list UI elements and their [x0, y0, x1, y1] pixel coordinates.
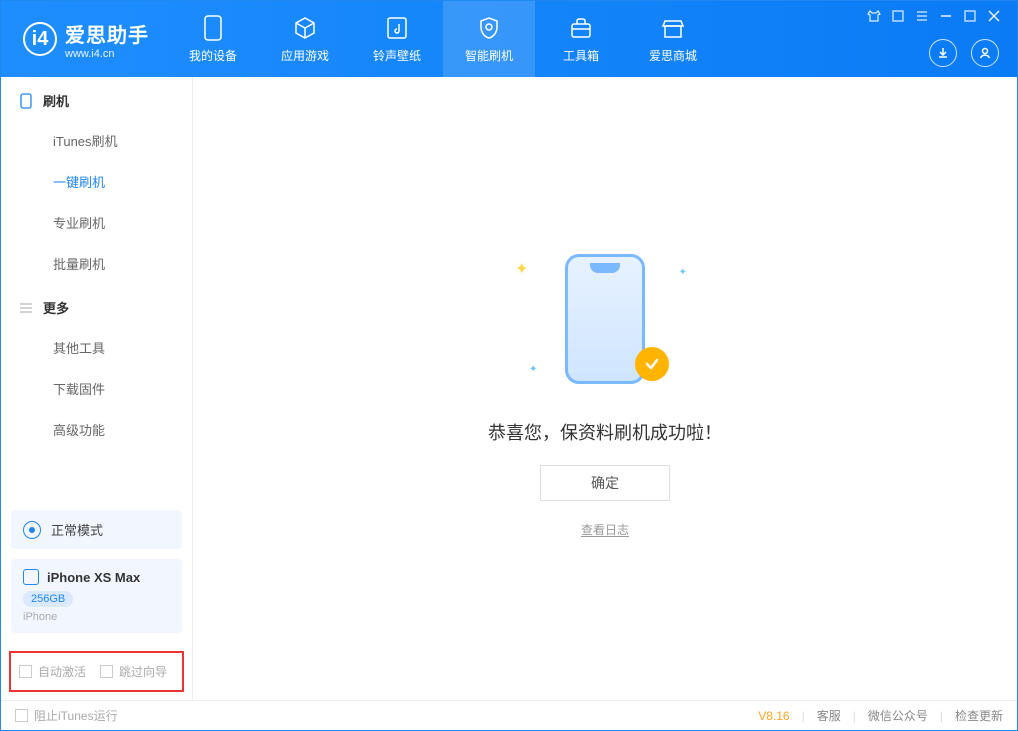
sidebar-item-advanced[interactable]: 高级功能 [1, 409, 192, 450]
shield-icon [476, 15, 502, 41]
highlighted-checkbox-area: 自动激活 跳过向导 [9, 651, 184, 692]
app-logo: i4 爱思助手 www.i4.cn [1, 19, 167, 60]
logo-icon: i4 [23, 22, 57, 56]
box-icon[interactable] [891, 9, 905, 23]
checkbox-skip-guide[interactable]: 跳过向导 [100, 663, 167, 680]
menu-icon[interactable] [915, 9, 929, 23]
device-small-icon [23, 569, 39, 585]
sidebar-item-batch-flash[interactable]: 批量刷机 [1, 243, 192, 284]
sparkle-icon: ✦ [515, 259, 528, 279]
tab-my-device[interactable]: 我的设备 [167, 1, 259, 77]
main-panel: ✦ ✦ ✦ 恭喜您，保资料刷机成功啦！ 确定 查看日志 [193, 77, 1017, 700]
footer-block-itunes[interactable]: 阻止iTunes运行 [15, 707, 118, 724]
success-illustration: ✦ ✦ ✦ [505, 239, 705, 399]
checkbox-icon [100, 665, 113, 678]
store-icon [660, 15, 686, 41]
mode-dot-icon [23, 521, 41, 539]
sidebar: 刷机 iTunes刷机 一键刷机 专业刷机 批量刷机 更多 其他工具 下载固件 … [1, 77, 193, 700]
app-title: 爱思助手 [65, 19, 149, 48]
skin-icon[interactable] [867, 9, 881, 23]
toolbox-icon [568, 15, 594, 41]
phone-illustration [565, 254, 645, 384]
success-message: 恭喜您，保资料刷机成功啦！ [488, 419, 722, 445]
checkbox-icon [15, 709, 28, 722]
cube-icon [292, 15, 318, 41]
device-card[interactable]: iPhone XS Max 256GB iPhone [11, 559, 182, 633]
sparkle-icon: ✦ [679, 267, 687, 278]
device-name: iPhone XS Max [47, 570, 140, 585]
version-label: V8.16 [758, 709, 789, 723]
sidebar-section-more: 更多 [1, 284, 192, 327]
device-icon [200, 15, 226, 41]
sidebar-section-flash: 刷机 [1, 77, 192, 120]
footer-link-update[interactable]: 检查更新 [955, 707, 1003, 724]
check-badge-icon [635, 347, 669, 381]
sidebar-item-itunes-flash[interactable]: iTunes刷机 [1, 120, 192, 161]
main-tabs: 我的设备 应用游戏 铃声壁纸 智能刷机 工具箱 爱思商城 [167, 1, 719, 77]
sparkle-icon: ✦ [529, 364, 537, 375]
footer-link-wechat[interactable]: 微信公众号 [868, 707, 928, 724]
close-icon[interactable] [987, 9, 1001, 23]
app-subtitle: www.i4.cn [65, 48, 149, 60]
list-icon [19, 301, 33, 315]
device-type: iPhone [23, 611, 170, 623]
content-area: 刷机 iTunes刷机 一键刷机 专业刷机 批量刷机 更多 其他工具 下载固件 … [1, 77, 1017, 700]
footer: 阻止iTunes运行 V8.16 | 客服 | 微信公众号 | 检查更新 [1, 700, 1017, 730]
sidebar-item-download-firmware[interactable]: 下载固件 [1, 368, 192, 409]
sidebar-item-other-tools[interactable]: 其他工具 [1, 327, 192, 368]
header-action-circles [929, 39, 999, 67]
music-file-icon [384, 15, 410, 41]
tab-apps-games[interactable]: 应用游戏 [259, 1, 351, 77]
user-button[interactable] [971, 39, 999, 67]
tab-smart-flash[interactable]: 智能刷机 [443, 1, 535, 77]
checkbox-icon [19, 665, 32, 678]
view-log-link[interactable]: 查看日志 [581, 521, 629, 538]
mode-indicator[interactable]: 正常模式 [11, 510, 182, 549]
app-header: i4 爱思助手 www.i4.cn 我的设备 应用游戏 铃声壁纸 智能刷机 工具… [1, 1, 1017, 77]
sidebar-item-one-click-flash[interactable]: 一键刷机 [1, 161, 192, 202]
tab-store[interactable]: 爱思商城 [627, 1, 719, 77]
footer-link-service[interactable]: 客服 [817, 707, 841, 724]
storage-badge: 256GB [23, 591, 73, 607]
sidebar-bottom: 正常模式 iPhone XS Max 256GB iPhone [1, 500, 192, 643]
maximize-icon[interactable] [963, 9, 977, 23]
tab-toolbox[interactable]: 工具箱 [535, 1, 627, 77]
minimize-icon[interactable] [939, 9, 953, 23]
window-controls [867, 9, 1001, 23]
ok-button[interactable]: 确定 [540, 465, 670, 501]
sidebar-item-pro-flash[interactable]: 专业刷机 [1, 202, 192, 243]
tab-ringtone-wallpaper[interactable]: 铃声壁纸 [351, 1, 443, 77]
download-button[interactable] [929, 39, 957, 67]
checkbox-auto-activate[interactable]: 自动激活 [19, 663, 86, 680]
phone-small-icon [19, 93, 33, 109]
